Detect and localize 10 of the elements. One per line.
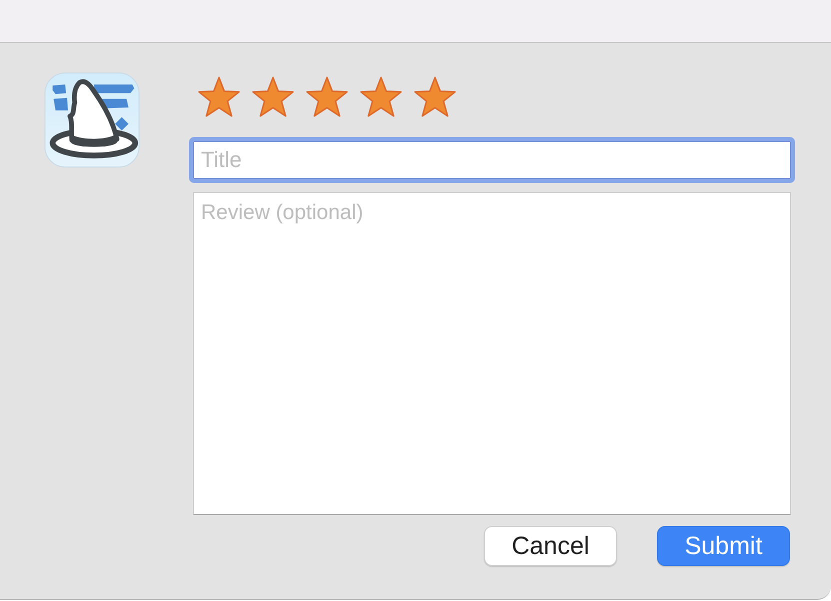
submit-button[interactable]: Submit: [657, 526, 790, 566]
cancel-button[interactable]: Cancel: [484, 526, 617, 566]
star-icon[interactable]: [305, 76, 349, 118]
star-icon[interactable]: [197, 76, 241, 118]
title-field[interactable]: Title: [189, 137, 795, 183]
review-field[interactable]: Review (optional): [193, 192, 791, 515]
star-icon[interactable]: [359, 76, 403, 118]
wizard-hat-icon: [44, 72, 140, 168]
star-icon[interactable]: [413, 76, 457, 118]
star-icon[interactable]: [251, 76, 295, 118]
